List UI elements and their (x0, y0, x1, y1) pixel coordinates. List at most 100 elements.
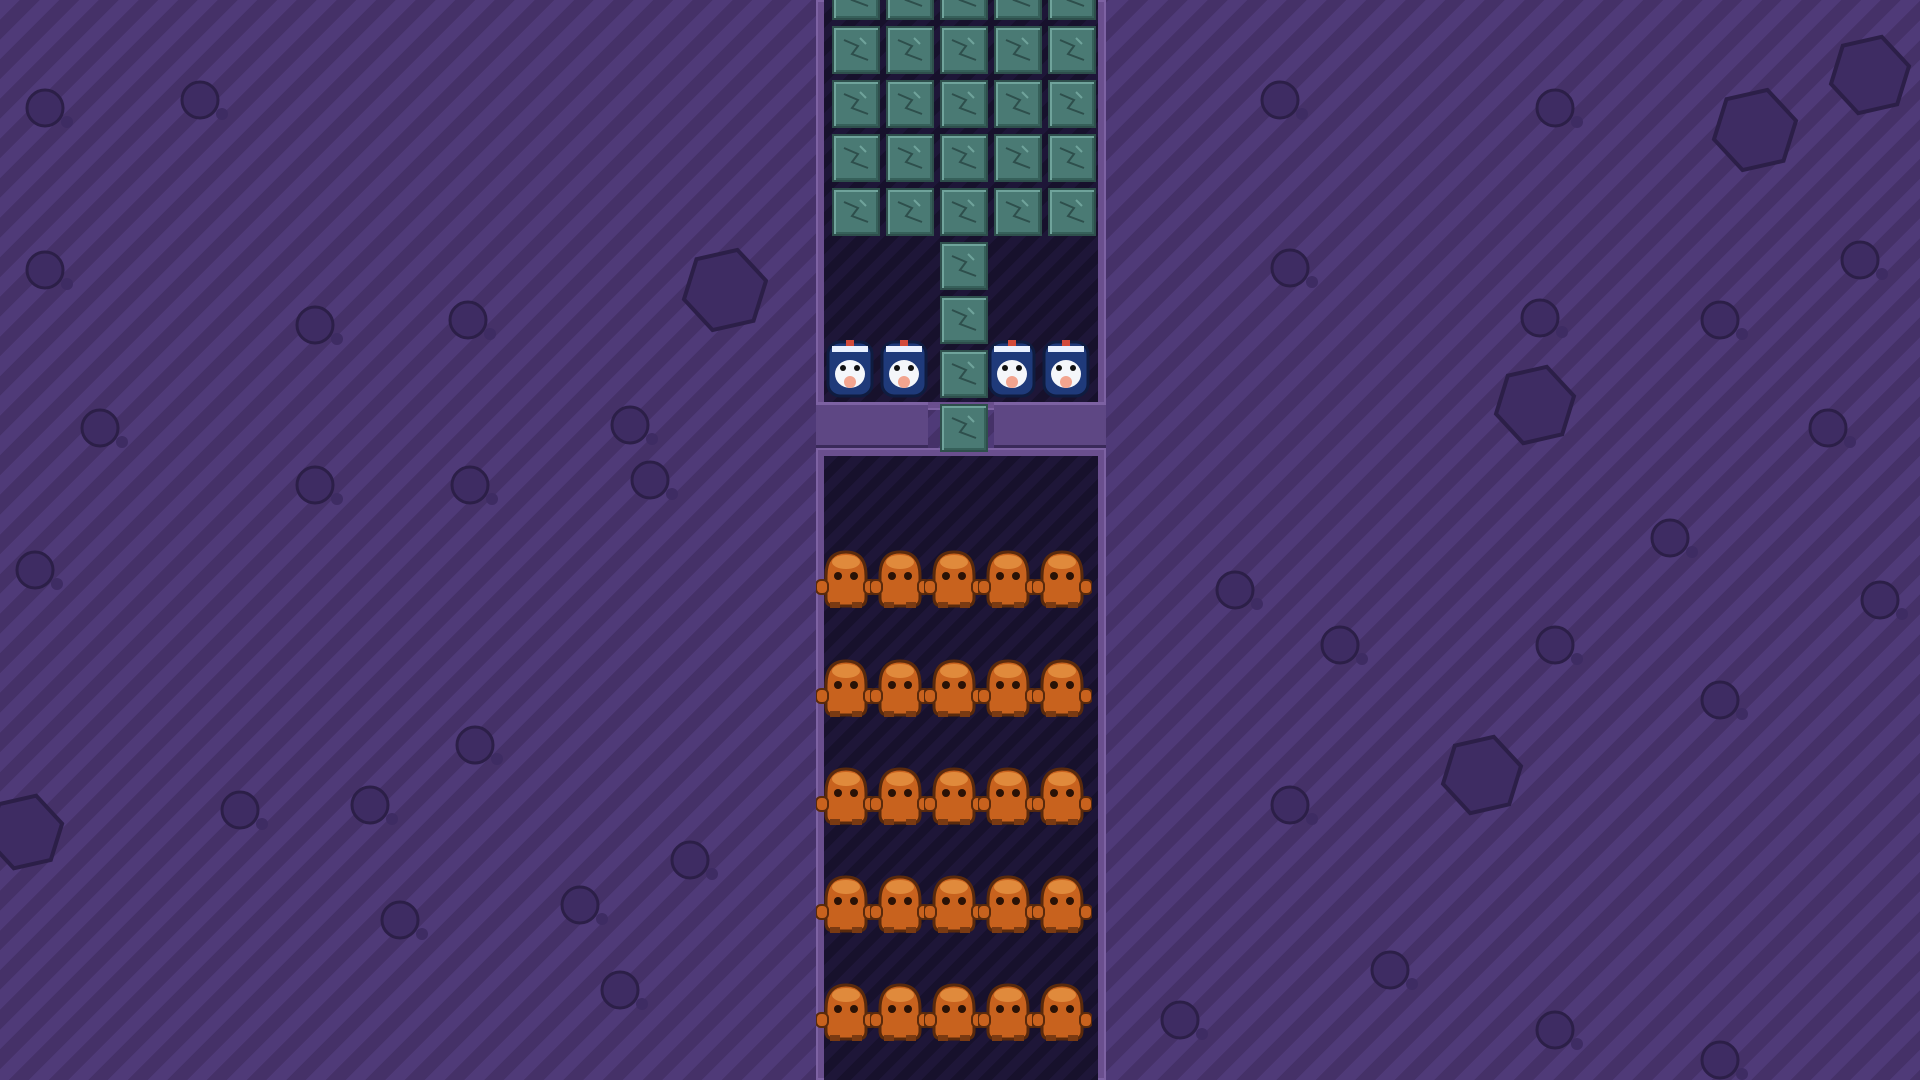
stone-block-icon (994, 80, 1042, 128)
penguin-bot-icon (878, 338, 930, 404)
pebble-rock-icon (25, 88, 65, 128)
pebble-rock-icon (116, 436, 128, 448)
pebble-rock-icon (646, 433, 658, 445)
pebble-rock-icon (220, 790, 260, 830)
pebble-rock-icon (1736, 708, 1748, 720)
pebble-rock-icon (256, 818, 268, 830)
pebble-rock-icon (1535, 1010, 1575, 1050)
stone-block-icon (1048, 0, 1096, 20)
orange-creature-icon (923, 548, 985, 614)
stone-block-icon (832, 134, 880, 182)
pebble-rock-icon (386, 813, 398, 825)
stone-block-icon (886, 26, 934, 74)
pebble-rock-icon (180, 80, 220, 120)
pebble-rock-icon (1571, 1038, 1583, 1050)
stone-block-icon (940, 80, 988, 128)
orange-creature-icon (1031, 548, 1093, 614)
hexagon-rock-icon (1711, 87, 1799, 173)
pebble-rock-icon (380, 900, 420, 940)
pebble-rock-icon (1251, 598, 1263, 610)
orange-creature-icon (923, 765, 985, 831)
penguin-bot-icon (1040, 338, 1092, 404)
stone-block-icon (994, 134, 1042, 182)
stone-block-icon (832, 188, 880, 236)
pebble-rock-icon (1535, 88, 1575, 128)
stone-block-icon (886, 80, 934, 128)
orange-creature-icon (923, 657, 985, 723)
pebble-rock-icon (630, 460, 670, 500)
pebble-rock-icon (448, 300, 488, 340)
orange-creature-icon (977, 548, 1039, 614)
pebble-rock-icon (1876, 268, 1888, 280)
orange-creature-icon (923, 873, 985, 939)
pebble-rock-icon (61, 278, 73, 290)
pebble-rock-icon (1535, 625, 1575, 665)
pebble-rock-icon (596, 913, 608, 925)
orange-creature-icon (815, 657, 877, 723)
pebble-rock-icon (1860, 580, 1900, 620)
stone-block-icon (994, 0, 1042, 20)
pebble-rock-icon (1736, 1068, 1748, 1080)
hexagon-rock-icon (1440, 734, 1524, 816)
orange-creature-icon (977, 873, 1039, 939)
pebble-rock-icon (1296, 108, 1308, 120)
pebble-rock-icon (216, 108, 228, 120)
stone-block-icon (994, 26, 1042, 74)
pebble-rock-icon (1896, 608, 1908, 620)
stone-block-icon (940, 404, 988, 452)
hexagon-rock-icon (0, 793, 65, 871)
pebble-rock-icon (486, 493, 498, 505)
pebble-rock-icon (1270, 248, 1310, 288)
pebble-rock-icon (1196, 1028, 1208, 1040)
pebble-rock-icon (1700, 680, 1740, 720)
vertical-shaft (815, 0, 1106, 1080)
pebble-rock-icon (295, 305, 335, 345)
pebble-rock-icon (1700, 1040, 1740, 1080)
pebble-rock-icon (80, 408, 120, 448)
stone-block-icon (886, 188, 934, 236)
orange-creature-icon (923, 981, 985, 1047)
pebble-rock-icon (1306, 276, 1318, 288)
pebble-rock-icon (295, 465, 335, 505)
pebble-rock-icon (25, 250, 65, 290)
stone-block-icon (832, 0, 880, 20)
pebble-rock-icon (491, 753, 503, 765)
pebble-rock-icon (1571, 116, 1583, 128)
pebble-rock-icon (1808, 408, 1848, 448)
pebble-rock-icon (610, 405, 650, 445)
pebble-rock-icon (666, 488, 678, 500)
stone-block-icon (940, 26, 988, 74)
pebble-rock-icon (416, 928, 428, 940)
orange-creature-icon (977, 657, 1039, 723)
hexagon-rock-icon (1828, 34, 1912, 116)
pebble-rock-icon (1270, 785, 1310, 825)
penguin-bot-icon (986, 338, 1038, 404)
stone-block-icon (940, 350, 988, 398)
orange-creature-icon (1031, 657, 1093, 723)
pebble-rock-icon (636, 998, 648, 1010)
orange-creature-icon (815, 765, 877, 831)
pebble-rock-icon (600, 970, 640, 1010)
hexagon-rock-icon (1493, 364, 1577, 446)
pebble-rock-icon (1556, 326, 1568, 338)
orange-creature-icon (815, 981, 877, 1047)
stone-block-icon (940, 134, 988, 182)
orange-creature-icon (869, 548, 931, 614)
orange-creature-icon (1031, 873, 1093, 939)
pebble-rock-icon (331, 333, 343, 345)
pebble-rock-icon (670, 840, 710, 880)
pebble-rock-icon (450, 465, 490, 505)
stone-block-icon (994, 188, 1042, 236)
pebble-rock-icon (1840, 240, 1880, 280)
pebble-rock-icon (61, 116, 73, 128)
stone-block-icon (886, 134, 934, 182)
pebble-rock-icon (1406, 978, 1418, 990)
orange-creature-icon (869, 765, 931, 831)
stone-block-icon (832, 26, 880, 74)
stone-block-icon (1048, 26, 1096, 74)
orange-creature-icon (1031, 765, 1093, 831)
pebble-rock-icon (706, 868, 718, 880)
pebble-rock-icon (1686, 546, 1698, 558)
ledge-left (816, 402, 928, 448)
orange-creature-icon (977, 981, 1039, 1047)
